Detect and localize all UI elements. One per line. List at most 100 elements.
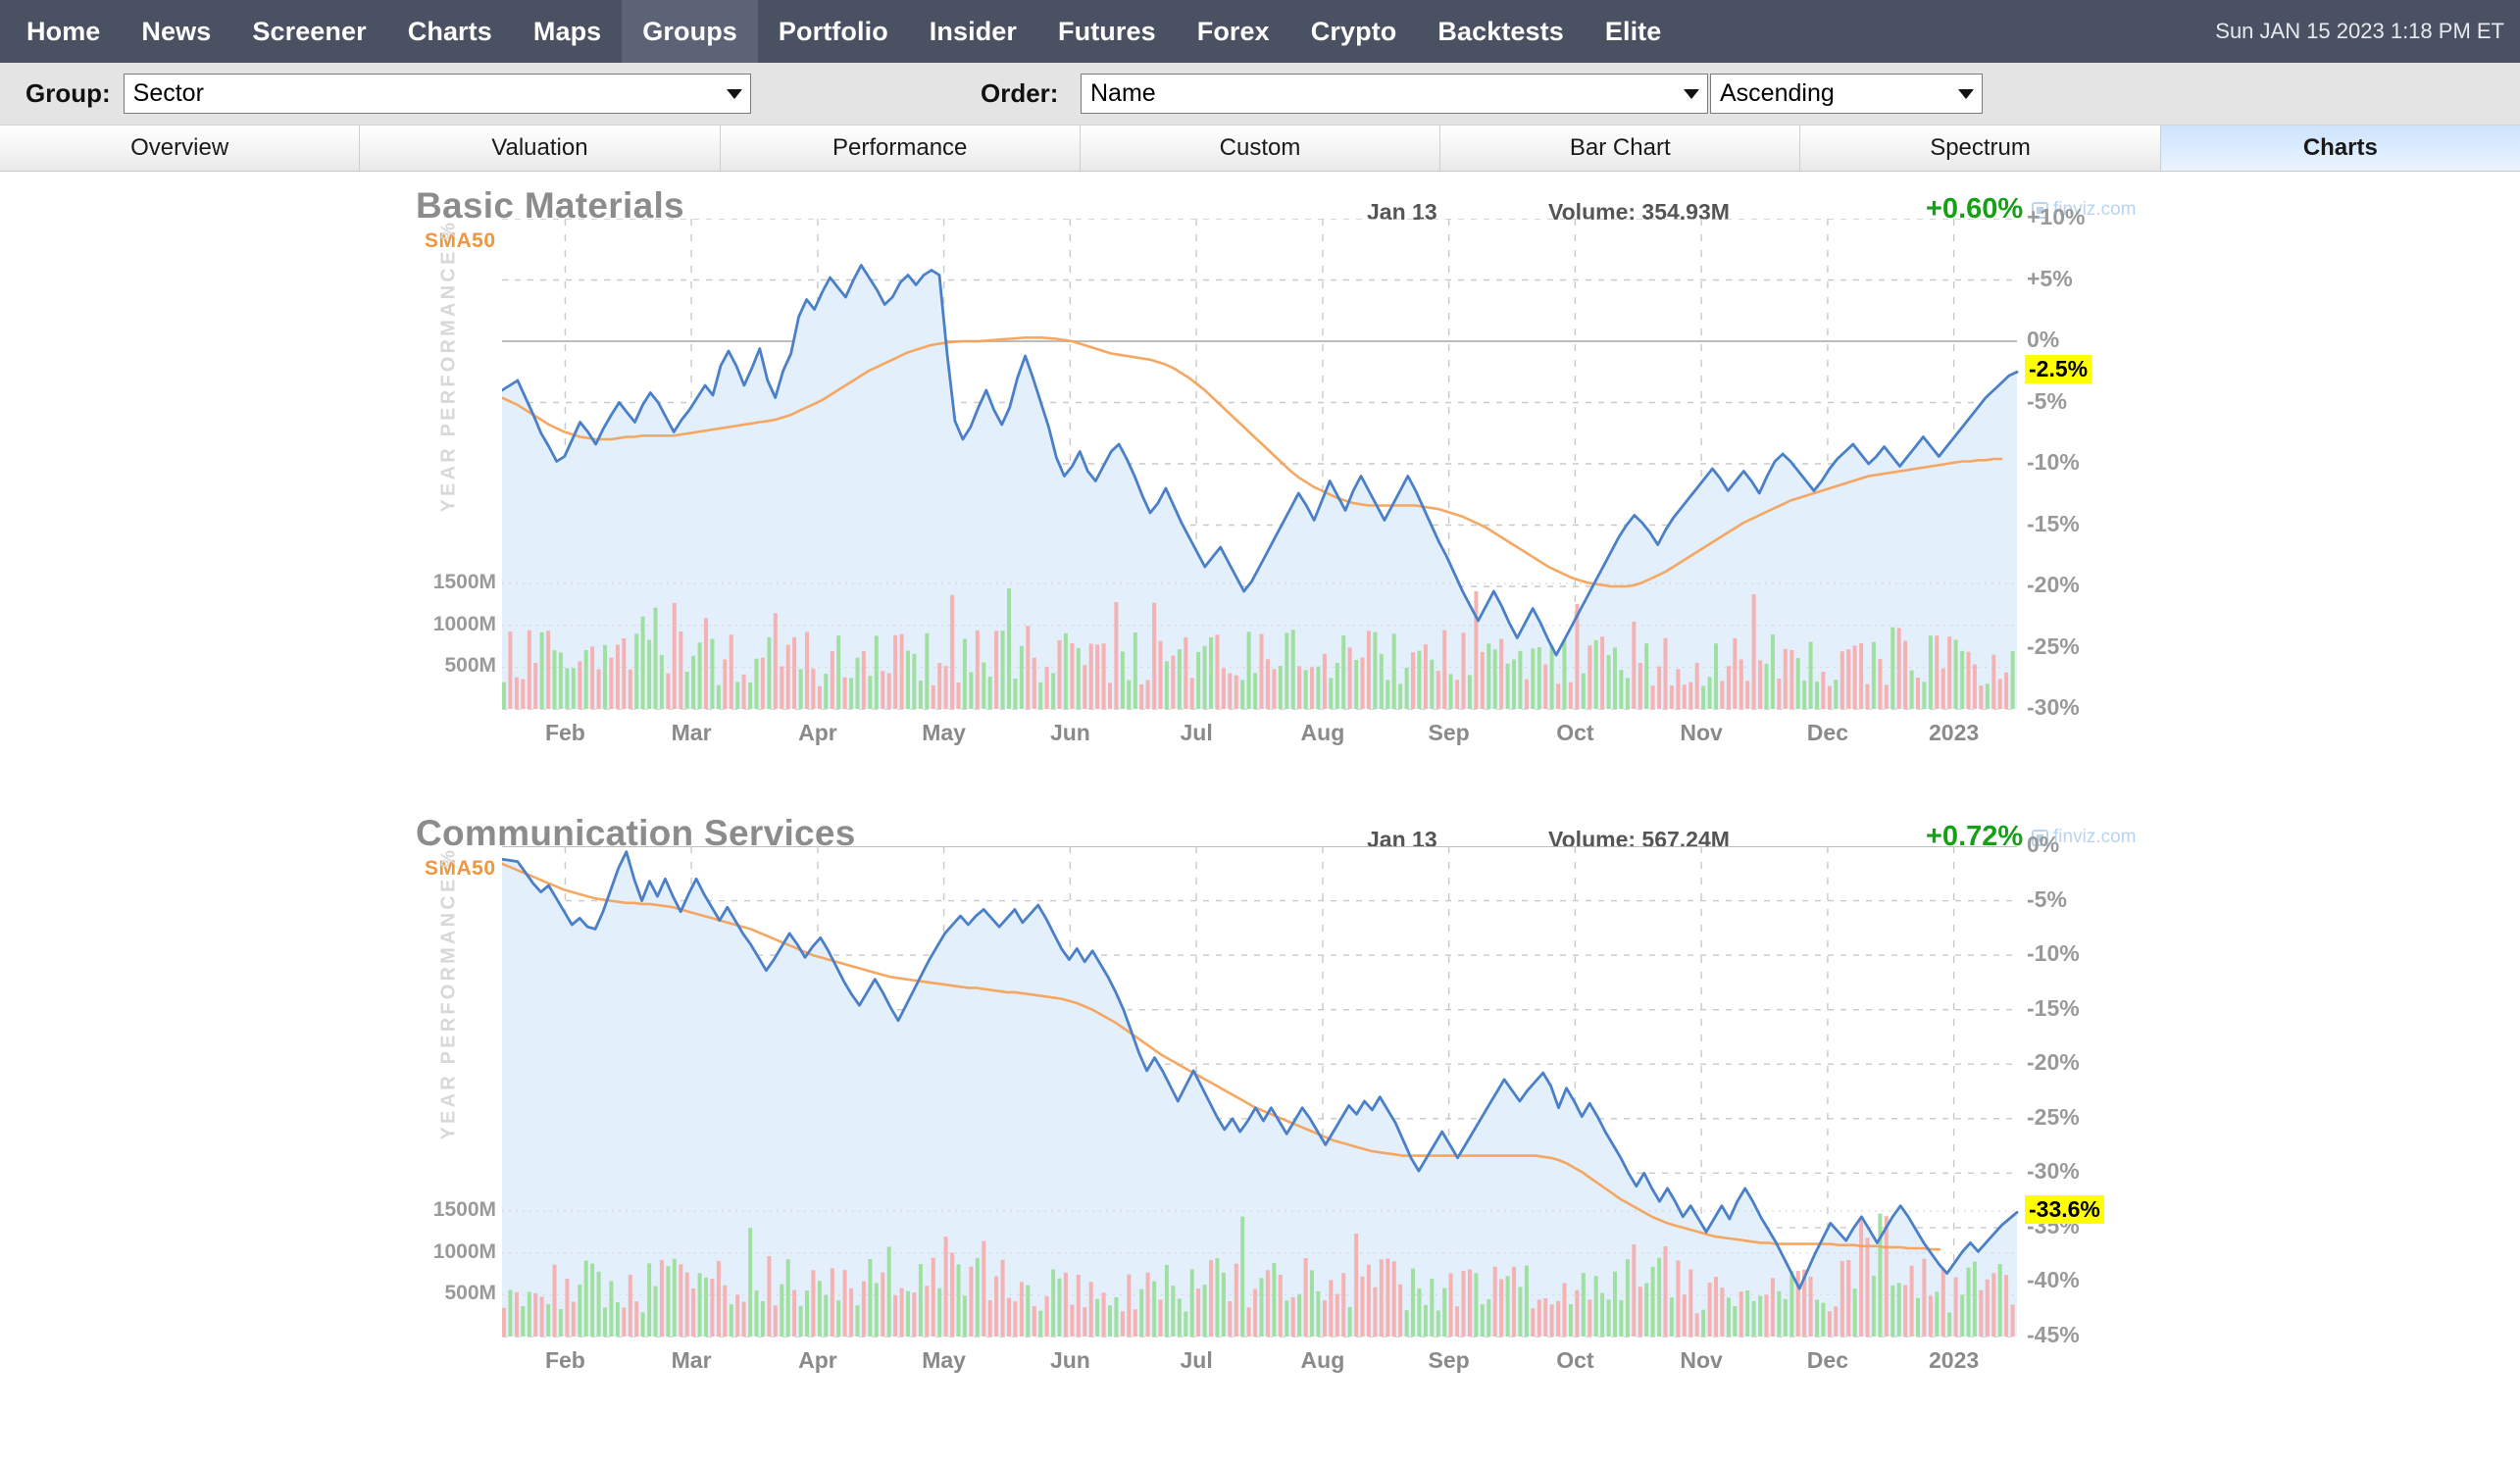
nav-item-label: Futures [1058,16,1156,46]
tab-label: Performance [832,134,968,161]
nav-item-insider[interactable]: Insider [909,0,1037,63]
tab-label: Custom [1219,134,1301,161]
y-tick-label: -25% [2027,1103,2080,1130]
group-select-value: Sector [132,79,204,107]
x-axis-labels: Feb Mar Apr May Jun Jul Aug Sep Oct Nov Dec 2023 [502,720,2017,759]
volume-tick-label: 1500M [432,1198,496,1221]
nav-item-crypto[interactable]: Crypto [1290,0,1418,63]
view-tabs: Overview Valuation Performance Custom Bar Ch… [0,126,2520,172]
y-tick-label: -10% [2027,449,2080,475]
nav-item-news[interactable]: News [121,0,231,63]
nav-item-portfolio[interactable]: Portfolio [758,0,909,63]
nav-item-forex[interactable]: Forex [1177,0,1290,63]
nav-item-screener[interactable]: Screener [231,0,386,63]
x-tick-label: Jul [1180,720,1213,745]
tab-valuation[interactable]: Valuation [360,126,721,171]
nav-item-label: Screener [252,16,367,46]
sort-direction-select[interactable]: Ascending [1710,74,1983,114]
volume-tick-label: 1000M [432,1239,496,1263]
nav-item-futures[interactable]: Futures [1037,0,1177,63]
nav-item-home[interactable]: Home [6,0,121,63]
sort-direction-value: Ascending [1720,79,1835,107]
y-tick-label: -30% [2027,1158,2080,1185]
volume-tick-label: 500M [444,1282,496,1305]
chart-block: Basic Materials Jan 13 Volume: 354.93M +0.6… [0,177,2520,805]
nav-item-charts[interactable]: Charts [387,0,513,63]
x-tick-label: Jun [1049,720,1090,745]
x-tick-label: Apr [798,720,837,745]
tab-performance[interactable]: Performance [720,126,1081,171]
x-tick-label: 2023 [1929,1347,1980,1373]
x-tick-label: 2023 [1929,720,1980,745]
y-tick-label: -10% [2027,940,2080,967]
x-tick-label: Nov [1680,1347,1723,1373]
chevron-down-icon [1684,88,1699,99]
x-tick-label: Mar [671,1347,712,1373]
x-tick-label: May [922,720,966,745]
tab-label: Spectrum [1930,134,2031,161]
nav-item-label: Elite [1604,16,1662,46]
main-navigation-bar: Home News Screener Charts Maps Groups Portfoli… [0,0,2520,63]
volume-tick-label: 1000M [432,612,496,635]
chart-block: Communication Services Jan 13 Volume: 567.… [0,805,2520,1433]
nav-item-maps[interactable]: Maps [513,0,622,63]
chart-communication-services[interactable]: Communication Services Jan 13 Volume: 567.… [416,805,2136,1433]
y-tick-label: -20% [2027,572,2080,597]
sma50-legend: SMA50 [425,857,496,880]
y-tick-label: +5% [2027,265,2073,291]
chevron-down-icon [1958,88,1974,99]
nav-item-elite[interactable]: Elite [1585,0,1683,63]
tab-charts[interactable]: Charts [2160,126,2520,171]
nav-item-label: Home [26,16,101,46]
y-axis-title: YEAR PERFORMANCE % [437,219,460,513]
y-axis-title: YEAR PERFORMANCE % [437,846,460,1140]
tab-label: Charts [2302,134,2378,161]
nav-items: Home News Screener Charts Maps Groups Portfoli… [6,0,1682,63]
y-axis-labels: +10% +5% 0% -5% -10% -15% -20% -25% -30% -2.5% [2025,177,2115,766]
chart-basic-materials[interactable]: Basic Materials Jan 13 Volume: 354.93M +0.6… [416,177,2136,805]
x-tick-label: Sep [1428,1347,1470,1373]
nav-item-label: News [141,16,212,46]
x-tick-label: Apr [798,1347,837,1373]
x-tick-label: May [922,1347,966,1373]
group-select[interactable]: Sector [123,74,751,114]
y-axis-labels: 0% -5% -10% -15% -20% -25% -30% -35% -40% -45% -33… [2025,805,2115,1393]
chart-plot-area[interactable] [502,219,2019,710]
y-tick-label: +10% [2027,204,2086,229]
x-tick-label: Mar [671,720,712,745]
x-tick-label: Nov [1680,720,1723,745]
group-controls-bar: Group: Sector Order: Name Ascending [0,63,2520,126]
x-tick-label: Feb [544,1347,585,1373]
x-tick-label: Oct [1556,720,1594,745]
chart-plot-area[interactable] [502,846,2019,1338]
volume-tick-label: 1500M [432,571,496,593]
order-select[interactable]: Name [1081,74,1708,114]
y-tick-label: -25% [2027,632,2080,659]
tab-label: Overview [130,134,229,161]
nav-item-label: Groups [642,16,737,46]
tab-label: Bar Chart [1569,134,1671,161]
nav-item-label: Backtests [1437,16,1564,46]
tab-custom[interactable]: Custom [1080,126,1441,171]
x-tick-label: Dec [1806,1347,1848,1373]
x-tick-label: Jul [1180,1347,1213,1373]
tab-spectrum[interactable]: Spectrum [1800,126,2161,171]
tab-overview[interactable]: Overview [0,126,361,171]
nav-item-backtests[interactable]: Backtests [1417,0,1584,63]
x-tick-label: Dec [1806,720,1848,745]
y-tick-label: -30% [2027,694,2080,720]
x-tick-label: Sep [1428,720,1470,745]
y-tick-label: -5% [2027,885,2067,912]
y-tick-label: 0% [2027,327,2060,352]
x-tick-label: Oct [1556,1347,1594,1373]
x-tick-label: Aug [1300,720,1345,745]
tab-bar-chart[interactable]: Bar Chart [1440,126,1801,171]
order-select-value: Name [1090,79,1156,107]
tab-label: Valuation [491,134,588,161]
nav-item-label: Crypto [1310,16,1397,46]
nav-item-groups[interactable]: Groups [622,0,758,63]
chevron-down-icon [726,88,742,99]
y-tick-label: 0% [2027,832,2060,857]
y-tick-label: -40% [2027,1267,2080,1293]
market-clock: Sun JAN 15 2023 1:18 PM ET [2215,19,2504,43]
